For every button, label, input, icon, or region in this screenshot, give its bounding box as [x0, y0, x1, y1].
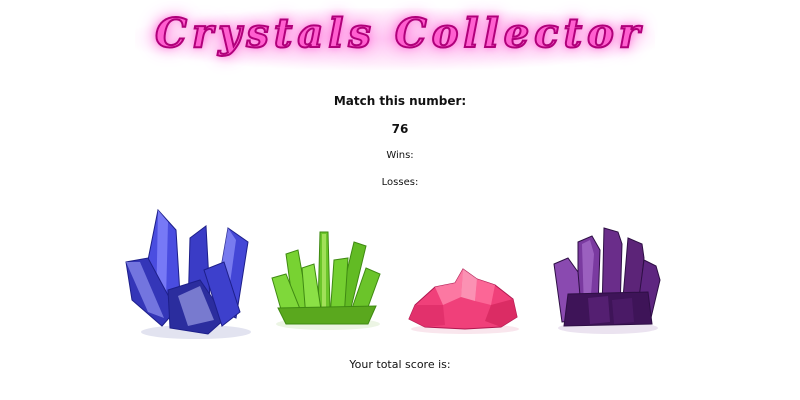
blue-crystal-icon: [125, 208, 251, 339]
pink-crystal-button[interactable]: [405, 265, 523, 335]
match-prompt: Match this number:: [333, 94, 467, 108]
green-crystal-button[interactable]: [268, 228, 386, 332]
losses-label: Losses:: [381, 177, 419, 188]
purple-crystal-icon: [553, 227, 661, 334]
total-score-label: Your total score is:: [349, 358, 451, 371]
blue-crystal-button[interactable]: [118, 200, 268, 342]
purple-crystal-button[interactable]: [548, 224, 664, 336]
target-number: 76: [391, 122, 409, 136]
pink-crystal-icon: [408, 268, 519, 334]
wins-label: Wins:: [386, 150, 414, 161]
green-crystal-icon: [271, 231, 381, 330]
page-title: Crystals Collector: [154, 9, 645, 58]
game-page: Crystals Collector Match this number: 76…: [0, 0, 800, 400]
